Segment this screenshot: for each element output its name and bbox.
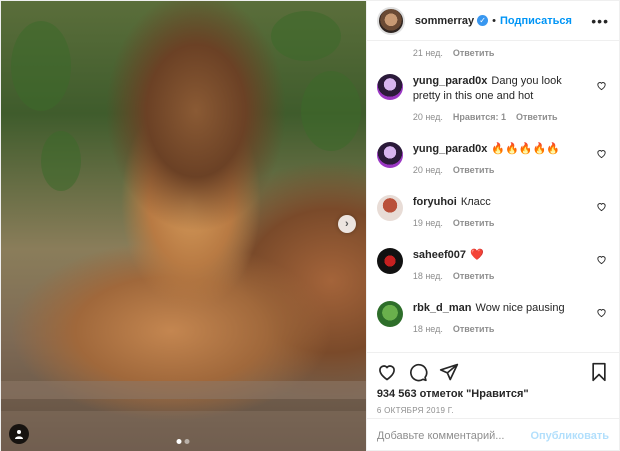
comment-time: 19 нед. [412,218,443,228]
commenter-username[interactable]: saheef007 [413,249,466,261]
comment-item: saheef007 ❤️ 18 нед. Ответить [376,248,609,281]
comment-text: Wow nice pausing [475,302,565,314]
comment-item: rbk_d_man Wow nice pausing 18 нед. Ответи… [376,301,609,334]
comment-time: 18 нед. [412,271,443,281]
comment-text: Класс [460,196,491,208]
verified-badge-icon: ✓ [477,15,489,26]
like-comment-heart-icon[interactable] [596,307,607,318]
carousel-dot-2 [184,439,190,444]
save-bookmark-icon[interactable] [589,362,609,382]
comment-input[interactable] [376,429,531,442]
like-comment-heart-icon[interactable] [596,201,607,212]
reply-button[interactable]: Ответить [516,112,558,122]
commenter-avatar[interactable] [376,248,403,274]
post-header: sommerray ✓ • Подписаться ••• [366,1,619,41]
reply-button[interactable]: Ответить [453,165,495,175]
comment-time: 18 нед. [412,324,443,334]
comment-item: yung_parad0x 🔥🔥🔥🔥🔥 20 нед. Ответить [376,142,609,175]
header-separator: • [492,14,496,27]
commenter-username[interactable]: yung_parad0x [413,75,488,87]
post-date: 6 ОКТЯБРЯ 2019 Г. [376,406,454,415]
comment-item: yung_parad0x Dang you look pretty in this… [376,74,609,122]
comment-bubble-icon[interactable] [408,362,428,382]
comment-time: 21 нед. [412,48,443,58]
comments-list: 21 нед. Ответить yung_parad0x Dang you lo… [367,41,619,352]
like-comment-heart-icon[interactable] [596,80,607,91]
commenter-avatar[interactable] [376,74,403,100]
like-heart-icon[interactable] [377,362,397,382]
comment-time: 20 нед. [412,112,443,122]
commenter-username[interactable]: yung_parad0x [413,143,488,155]
reply-button[interactable]: Ответить [453,324,495,334]
commenter-avatar[interactable] [376,195,403,221]
carousel-dot-1 [176,439,182,444]
comment-text: 🔥🔥🔥🔥🔥 [491,143,560,155]
commenter-username[interactable]: rbk_d_man [413,302,472,314]
comment-text: ❤️ [470,249,484,261]
author-username[interactable]: sommerray [415,15,474,27]
post-photo[interactable]: › [1,1,366,451]
user-tag-icon [15,430,23,439]
likes-count[interactable]: 934 563 отметок "Нравится" [377,388,609,400]
more-options-icon[interactable]: ••• [591,13,609,29]
commenter-username[interactable]: foryuhoi [413,196,457,208]
comment-item: foryuhoi Класс 19 нед. Ответить [376,195,609,228]
add-comment-bar: Опубликовать [366,418,619,451]
reply-button[interactable]: Ответить [453,218,495,228]
like-comment-heart-icon[interactable] [596,254,607,265]
comment-meta: 21 нед. Ответить [377,41,609,58]
post-sidebar: sommerray ✓ • Подписаться ••• 21 нед. От… [365,1,619,451]
reply-button[interactable]: Ответить [453,271,495,281]
author-avatar[interactable] [376,6,405,35]
commenter-avatar[interactable] [376,301,403,327]
share-paper-plane-icon[interactable] [439,362,459,382]
like-comment-heart-icon[interactable] [596,148,607,159]
follow-button[interactable]: Подписаться [500,15,572,27]
comment-likes-count[interactable]: Нравится: 1 [453,112,506,122]
reply-button[interactable]: Ответить [453,48,495,58]
commenter-avatar[interactable] [376,142,403,168]
carousel-next-button[interactable]: › [337,215,356,233]
carousel-indicator [176,439,190,444]
instagram-post: › sommerray ✓ • Подписаться ••• 21 нед. … [0,0,620,451]
post-actions: 934 563 отметок "Нравится" 6 ОКТЯБРЯ 201… [366,352,619,418]
comment-time: 20 нед. [412,165,443,175]
publish-button[interactable]: Опубликовать [530,430,609,442]
tagged-users-button[interactable] [9,424,29,444]
